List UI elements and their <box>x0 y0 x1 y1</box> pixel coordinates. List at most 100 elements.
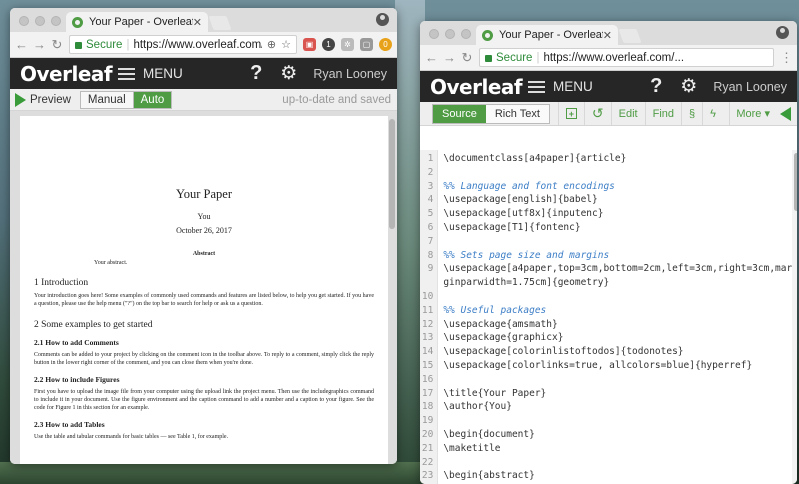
code-line[interactable]: \usepackage{amsmath} <box>443 318 792 332</box>
find-button[interactable]: Find <box>644 102 681 125</box>
close-window-button[interactable] <box>19 16 29 26</box>
extension-gear-icon[interactable]: ✲ <box>341 38 354 51</box>
menu-button[interactable]: MENU <box>528 79 650 94</box>
editor-scrollbar[interactable] <box>792 150 797 484</box>
url-input[interactable]: Secure | https://www.overleaf.com/11... … <box>69 35 297 54</box>
code-editor[interactable]: 123456789101112131415161718192021222324 … <box>420 150 797 484</box>
close-window-button[interactable] <box>429 29 439 39</box>
back-icon[interactable]: ← <box>15 37 28 52</box>
tab-close-icon[interactable]: ✕ <box>603 29 612 42</box>
show-preview-icon[interactable] <box>780 106 791 121</box>
lock-icon <box>485 55 492 62</box>
profile-icon[interactable] <box>776 26 789 39</box>
code-line[interactable]: \usepackage[colorinlistoftodos]{todonote… <box>443 345 792 359</box>
user-name[interactable]: Ryan Looney <box>713 80 787 94</box>
pdf-viewer[interactable]: Your Paper You October 26, 2017 Abstract… <box>10 111 397 464</box>
editor-toolbar: Source Rich Text + ↺ Edit Find § ϟ More … <box>420 102 797 126</box>
code-line[interactable] <box>443 414 792 428</box>
zoom-icon[interactable]: ⊕ <box>267 38 276 51</box>
code-line[interactable]: \usepackage[T1]{fontenc} <box>443 221 792 235</box>
code-line[interactable]: %% Language and font encodings <box>443 180 792 194</box>
comments-paragraph: Comments can be added to your project by… <box>34 352 374 366</box>
browser-tab[interactable]: Your Paper - Overleaf ✕ <box>476 25 618 45</box>
overleaf-logo[interactable]: Overleaf <box>20 62 118 86</box>
code-line[interactable]: \usepackage[utf8x]{inputenc} <box>443 207 792 221</box>
forward-icon[interactable]: → <box>33 37 46 52</box>
code-line[interactable]: \usepackage{graphicx} <box>443 331 792 345</box>
new-tab-button[interactable] <box>208 16 232 30</box>
code-line[interactable]: \begin{document} <box>443 428 792 442</box>
code-line[interactable]: \usepackage[english]{babel} <box>443 193 792 207</box>
code-line[interactable]: ginparwidth=1.75cm]{geometry} <box>443 276 792 290</box>
line-number: 21 <box>421 442 434 454</box>
extension-badge-icon[interactable]: 1 <box>322 38 335 51</box>
menu-label: MENU <box>143 66 183 81</box>
code-line[interactable]: %% Useful packages <box>443 304 792 318</box>
back-icon[interactable]: ← <box>425 50 438 65</box>
section-button[interactable]: § <box>681 102 702 125</box>
history-button[interactable]: ↺ <box>583 102 611 125</box>
preview-button[interactable]: Preview <box>10 89 76 110</box>
code-line[interactable] <box>443 166 792 180</box>
extension-icon[interactable]: ▣ <box>303 38 316 51</box>
overleaf-logo[interactable]: Overleaf <box>430 75 528 99</box>
code-line[interactable] <box>443 373 792 387</box>
new-tab-button[interactable] <box>618 29 642 43</box>
code-lines[interactable]: \documentclass[a4paper]{article} %% Langu… <box>438 150 792 484</box>
code-line[interactable] <box>443 235 792 249</box>
code-line[interactable] <box>443 290 792 304</box>
code-line[interactable]: \usepackage[colorlinks=true, allcolors=b… <box>443 359 792 373</box>
edit-button[interactable]: Edit <box>610 102 645 125</box>
intro-paragraph: Your introduction goes here! Some exampl… <box>34 293 374 307</box>
gear-icon[interactable]: ⚙ <box>280 62 297 85</box>
mode-manual-button[interactable]: Manual <box>80 91 134 108</box>
browser-tab[interactable]: Your Paper - Overleaf ✕ <box>66 12 208 32</box>
line-number: 13 <box>421 332 434 344</box>
secure-label: Secure <box>496 51 533 64</box>
user-name[interactable]: Ryan Looney <box>313 67 387 81</box>
minimize-window-button[interactable] <box>35 16 45 26</box>
line-number: 3 <box>427 180 434 192</box>
add-comment-button[interactable]: + <box>557 102 584 125</box>
add-comment-icon: + <box>565 108 577 119</box>
reload-icon[interactable]: ↻ <box>51 37 63 53</box>
editor-mode-toggle: Source Rich Text <box>432 103 550 124</box>
code-line[interactable]: \author{You} <box>443 400 792 414</box>
more-options-icon[interactable]: ⋮ <box>780 50 793 66</box>
line-number: 16 <box>421 373 434 385</box>
gear-icon[interactable]: ⚙ <box>680 75 697 98</box>
code-line[interactable]: \usepackage[a4paper,top=3cm,bottom=2cm,l… <box>443 262 792 276</box>
code-line[interactable]: %% Sets page size and margins <box>443 249 792 263</box>
code-line[interactable] <box>443 456 792 470</box>
minimize-window-button[interactable] <box>445 29 455 39</box>
pdf-scrollbar[interactable] <box>389 119 395 229</box>
code-line[interactable]: \begin{abstract} <box>443 469 792 483</box>
tab-close-icon[interactable]: ✕ <box>193 16 202 29</box>
line-number: 15 <box>421 359 434 371</box>
mode-source-button[interactable]: Source <box>433 104 486 123</box>
hamburger-icon <box>118 67 135 80</box>
zoom-window-button[interactable] <box>51 16 61 26</box>
extension-box-icon[interactable]: ▢ <box>360 38 373 51</box>
bookmark-star-icon[interactable]: ☆ <box>281 38 291 51</box>
help-icon[interactable]: ? <box>650 75 662 98</box>
url-input[interactable]: Secure | https://www.overleaf.com/... <box>479 48 774 67</box>
subsection-tables: 2.3 How to add Tables <box>34 420 105 429</box>
abstract-text: Your abstract. <box>94 260 128 266</box>
code-line[interactable]: \maketitle <box>443 442 792 456</box>
mode-rich-text-button[interactable]: Rich Text <box>485 104 549 123</box>
reload-icon[interactable]: ↻ <box>461 50 473 66</box>
window-controls <box>429 29 471 39</box>
lightning-icon[interactable]: ϟ <box>702 102 723 125</box>
extension-counter-icon[interactable]: 0 <box>379 38 392 51</box>
preview-toolbar: Preview Manual Auto up-to-date and saved <box>10 89 397 111</box>
zoom-window-button[interactable] <box>461 29 471 39</box>
menu-button[interactable]: MENU <box>118 66 250 81</box>
forward-icon[interactable]: → <box>443 50 456 65</box>
help-icon[interactable]: ? <box>250 62 262 85</box>
code-line[interactable]: \title{Your Paper} <box>443 387 792 401</box>
mode-auto-button[interactable]: Auto <box>133 91 172 108</box>
more-button[interactable]: More ▾ <box>729 102 776 125</box>
profile-icon[interactable] <box>376 13 389 26</box>
code-line[interactable]: \documentclass[a4paper]{article} <box>443 152 792 166</box>
